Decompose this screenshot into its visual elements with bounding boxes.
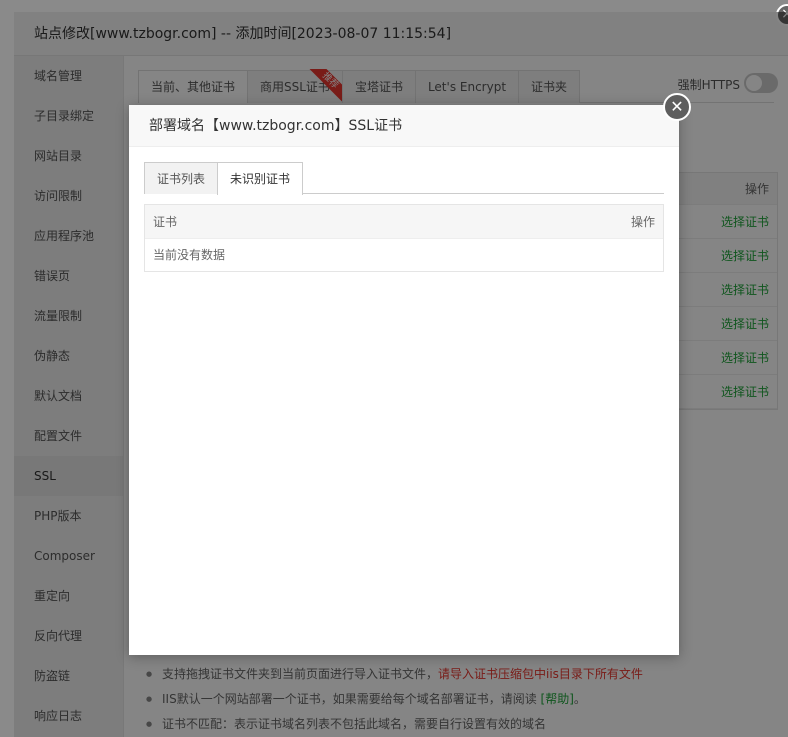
close-icon[interactable]: ✕: [663, 93, 691, 121]
table-header: 证书 操作: [145, 205, 663, 239]
empty-message: 当前没有数据: [153, 248, 226, 262]
dialog-tabs: 证书列表 未识别证书: [144, 162, 664, 195]
deploy-ssl-dialog: 部署域名【www.tzbogr.com】SSL证书 ✕ 证书列表 未识别证书 证…: [129, 93, 691, 655]
tab-unrecognized-cert[interactable]: 未识别证书: [217, 162, 304, 195]
col-op: 操作: [630, 215, 655, 229]
dialog-title: 部署域名【www.tzbogr.com】SSL证书: [129, 105, 679, 147]
tab-cert-list[interactable]: 证书列表: [144, 162, 219, 194]
unrecognized-cert-table: 证书 操作 当前没有数据: [144, 204, 664, 272]
col-cert: 证书: [153, 215, 178, 229]
